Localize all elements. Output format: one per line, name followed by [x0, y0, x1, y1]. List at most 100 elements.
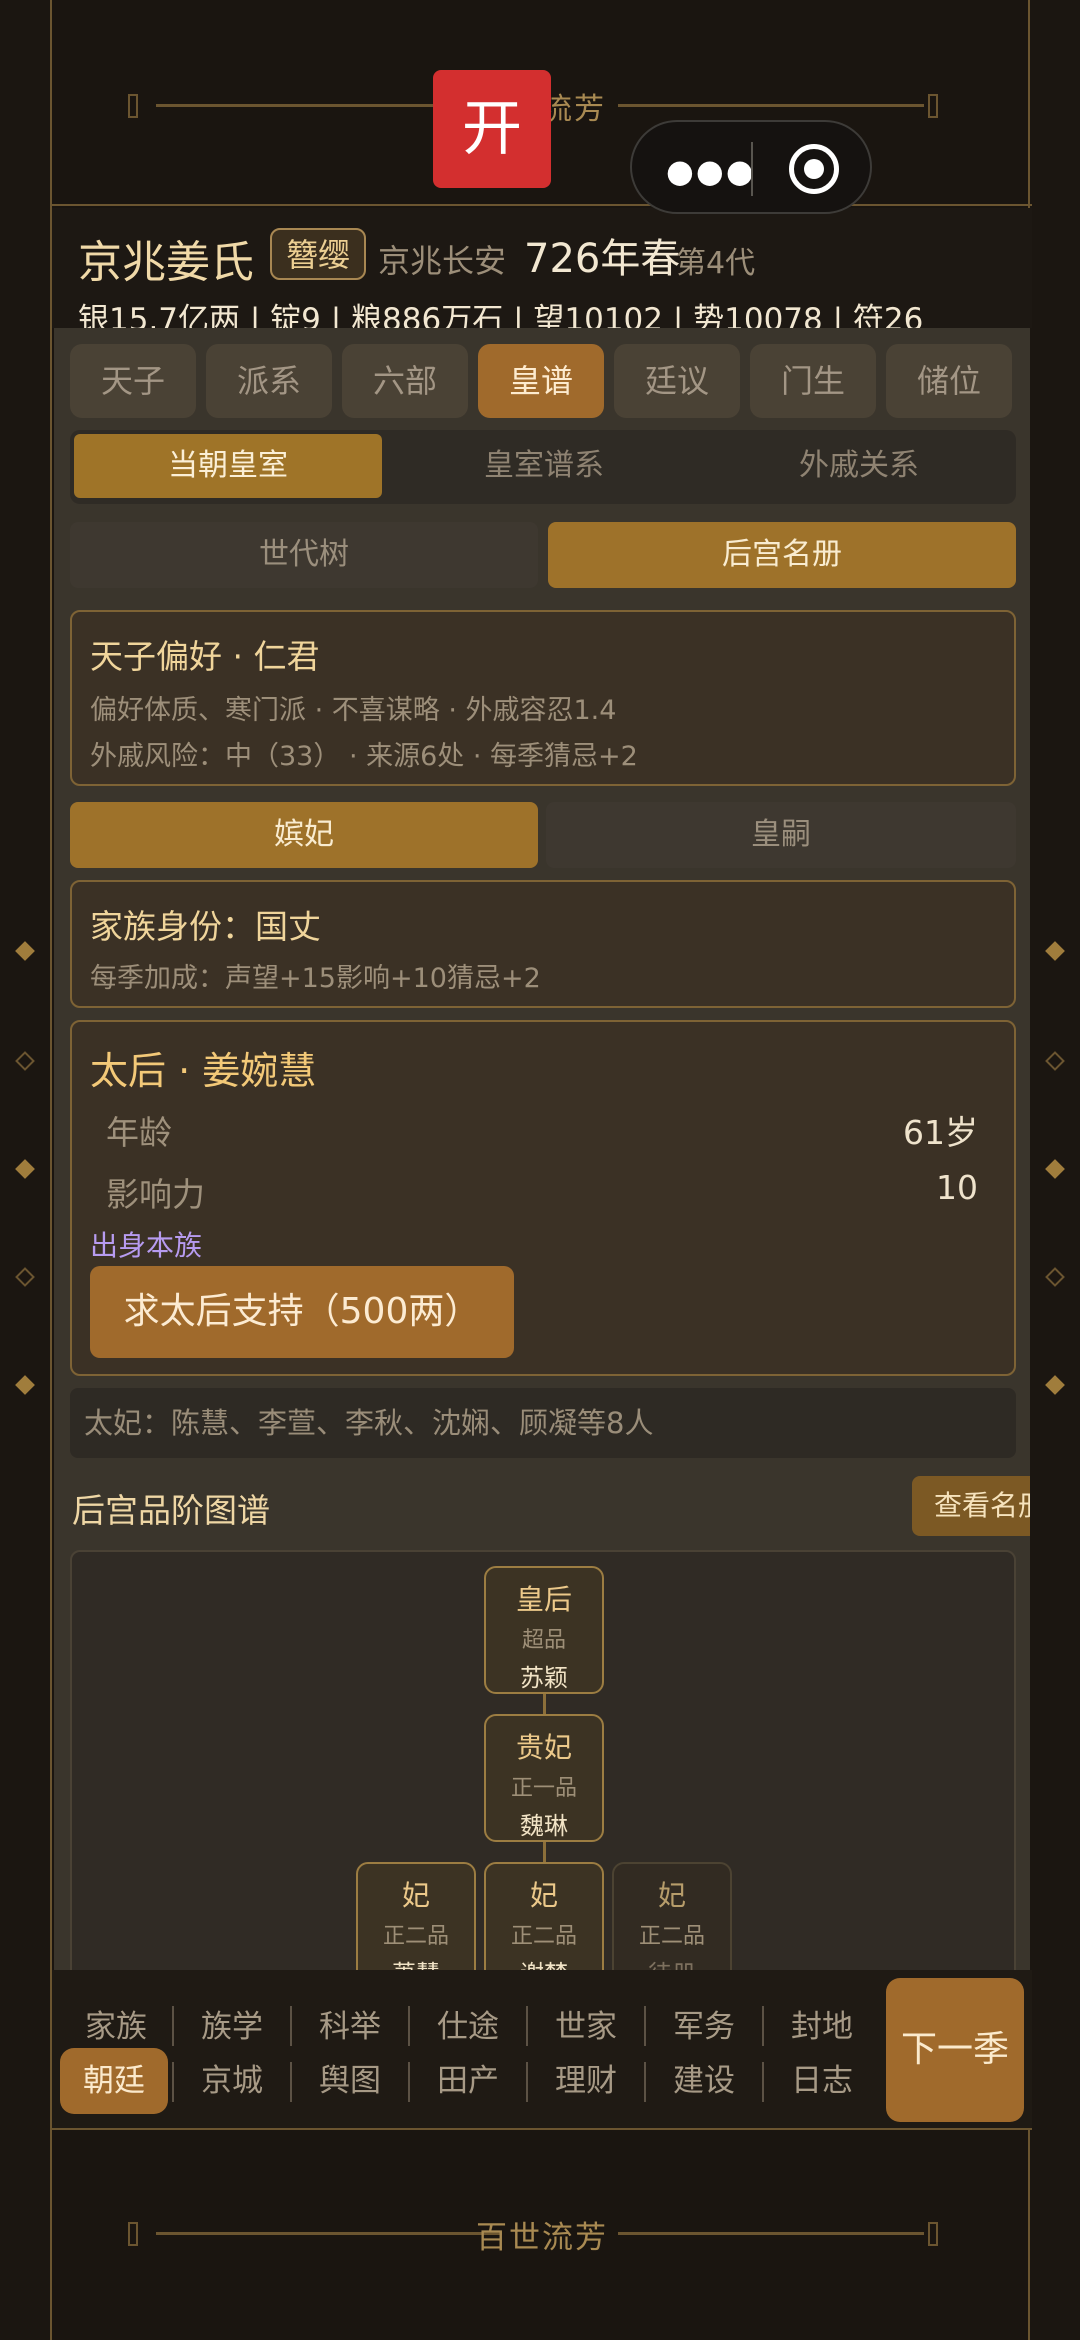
side-ornament: [1045, 1267, 1065, 1287]
side-ornament: [15, 941, 35, 961]
tab-tianzi[interactable]: 天子: [70, 344, 196, 418]
side-ornament: [1045, 1051, 1065, 1071]
rank-node-empress[interactable]: 皇后 超品 苏颖: [484, 1566, 604, 1694]
clan-place: 京兆长安: [378, 242, 507, 280]
bottom-nav: 家族 族学 科举 仕途 世家 军务 封地 朝廷 京城 舆图 田产 理财 建设 日…: [52, 1970, 1032, 2130]
side-ornament: [15, 1375, 35, 1395]
miniprogram-capsule[interactable]: ●●●: [630, 120, 872, 214]
emperor-preference-line2: 外戚风险：中（33） · 来源6处 · 每季猜忌+2: [90, 741, 638, 772]
banner-line-right: [618, 104, 924, 107]
sub-tabs: 当朝皇室 皇室谱系 外戚关系: [70, 430, 1016, 504]
nav-divider: [762, 2006, 764, 2046]
node-title: 妃: [401, 1879, 430, 1912]
tab-paixi[interactable]: 派系: [206, 344, 332, 418]
subtab-current-royals[interactable]: 当朝皇室: [74, 434, 382, 498]
tab-liubu[interactable]: 六部: [342, 344, 468, 418]
age-label: 年龄: [106, 1113, 172, 1152]
more-icon[interactable]: ●●●: [666, 152, 756, 190]
origin-label: 出身本族: [90, 1229, 203, 1262]
node-name: 苏颖: [520, 1664, 568, 1692]
node-name: 萧慧: [358, 1954, 474, 1970]
influence-value: 10: [936, 1168, 978, 1207]
nav-construction[interactable]: 建设: [654, 2048, 754, 2114]
influence-label: 影响力: [106, 1175, 205, 1214]
rank-node-consort-vacant[interactable]: 妃 正二品 待册: [612, 1862, 732, 1970]
side-ornament: [1045, 1375, 1065, 1395]
tab-harem-roster[interactable]: 后宫名册: [548, 522, 1016, 588]
clan-name: 京兆姜氏: [78, 237, 254, 288]
rank-node-consort-2[interactable]: 妃 正二品 谢梦: [484, 1862, 604, 1970]
node-title: 皇后: [515, 1583, 572, 1616]
dowager-consorts-line: 太妃：陈慧、李萱、李秋、沈娴、顾凝等8人: [70, 1388, 1016, 1458]
nav-finance[interactable]: 理财: [536, 2048, 636, 2114]
side-ornament: [15, 1159, 35, 1179]
close-target-icon[interactable]: [789, 144, 839, 194]
nav-divider: [408, 2006, 410, 2046]
emperor-preference-card: 天子偏好 · 仁君 偏好体质、寒门派 · 不喜谋略 · 外戚容忍1.4 外戚风险…: [70, 610, 1016, 786]
empress-dowager-card: 太后 · 姜婉慧 年龄 61岁 影响力 10 出身本族 求太后支持（500两）: [70, 1020, 1016, 1376]
tab-mensheng[interactable]: 门生: [750, 344, 876, 418]
nav-divider: [762, 2062, 764, 2102]
tab-generation-tree[interactable]: 世代树: [70, 522, 538, 588]
node-name: 谢梦: [486, 1954, 602, 1970]
current-year: 726年春: [524, 236, 681, 282]
nav-estates[interactable]: 田产: [418, 2048, 518, 2114]
node-title: 贵妃: [515, 1731, 572, 1764]
node-rank: 正二品: [510, 1924, 577, 1949]
nav-divider: [644, 2006, 646, 2046]
side-ornament: [1045, 941, 1065, 961]
subtab-consort-kin[interactable]: 外戚关系: [706, 434, 1012, 498]
view-roster-button[interactable]: 查看名册: [912, 1476, 1030, 1536]
side-ornament: [15, 1267, 35, 1287]
nav-court[interactable]: 朝廷: [60, 2048, 168, 2114]
family-status-bonus: 每季加成：声望+15影响+10猜忌+2: [90, 963, 541, 994]
nav-divider: [172, 2006, 174, 2046]
nav-divider: [290, 2062, 292, 2102]
dowager-support-button[interactable]: 求太后支持（500两）: [90, 1266, 514, 1358]
nav-divider: [408, 2062, 410, 2102]
nav-log[interactable]: 日志: [772, 2048, 872, 2114]
game-frame: 百世流芳 京兆姜氏 簪缨 京兆长安 726年春 第4代 银15.7亿两 | 锭9…: [50, 0, 1032, 2340]
clan-header: 京兆姜氏 簪缨 京兆长安 726年春 第4代 银15.7亿两 | 锭9 | 粮8…: [52, 208, 1032, 338]
next-season-button[interactable]: 下一季: [886, 1978, 1024, 2122]
influence-row: 影响力 10: [106, 1168, 978, 1216]
emperor-preference-line1: 偏好体质、寒门派 · 不喜谋略 · 外戚容忍1.4: [90, 695, 617, 726]
emperor-preference-title: 天子偏好 · 仁君: [90, 637, 320, 676]
nav-divider: [526, 2062, 528, 2102]
subtab-royal-lineage[interactable]: 皇室谱系: [390, 434, 698, 498]
tab-heirs[interactable]: 皇嗣: [546, 802, 1016, 868]
age-row: 年龄 61岁: [106, 1106, 978, 1154]
harem-rank-chart: 皇后 超品 苏颖 贵妃 正一品 魏琳 妃 正二品 萧慧 妃 正二品 谢梦: [70, 1550, 1016, 1970]
nav-map[interactable]: 舆图: [300, 2048, 400, 2114]
view-tabs: 世代树 后宫名册: [70, 522, 1016, 588]
rank-node-consort-1[interactable]: 妃 正二品 萧慧: [356, 1862, 476, 1970]
family-status-title: 家族身份：国丈: [90, 907, 321, 946]
footer-cap-right: [928, 2222, 938, 2246]
node-rank: 正二品: [382, 1924, 449, 1949]
family-status-card: 家族身份：国丈 每季加成：声望+15影响+10猜忌+2: [70, 880, 1016, 1008]
node-rank: 正二品: [638, 1924, 705, 1949]
node-title: 妃: [657, 1879, 686, 1912]
footer-divider: [52, 2128, 1032, 2130]
node-rank: 超品: [521, 1628, 566, 1653]
nav-divider: [172, 2062, 174, 2102]
capsule-divider: [751, 142, 753, 196]
main-content[interactable]: 天子 派系 六部 皇谱 廷议 门生 储位 当朝皇室 皇室谱系 外戚关系 世代树 …: [54, 328, 1030, 1970]
tab-chuwei[interactable]: 储位: [886, 344, 1012, 418]
tree-connector: [543, 1694, 546, 1714]
generation: 第4代: [676, 246, 756, 281]
consort-tabs: 嫔妃 皇嗣: [70, 802, 1016, 868]
tree-connector: [543, 1842, 546, 1862]
banner-cap-right: [928, 94, 938, 118]
side-ornament: [15, 1051, 35, 1071]
tab-huangpu[interactable]: 皇谱: [478, 344, 604, 418]
rank-node-noble-consort[interactable]: 贵妃 正一品 魏琳: [484, 1714, 604, 1842]
nav-divider: [644, 2062, 646, 2102]
node-title: 妃: [529, 1879, 558, 1912]
tab-tingyi[interactable]: 廷议: [614, 344, 740, 418]
tab-consorts[interactable]: 嫔妃: [70, 802, 538, 868]
node-name: 魏琳: [520, 1812, 568, 1840]
open-badge[interactable]: 开: [433, 70, 551, 188]
nav-capital[interactable]: 京城: [182, 2048, 282, 2114]
harem-chart-title: 后宫品阶图谱: [72, 1491, 270, 1530]
